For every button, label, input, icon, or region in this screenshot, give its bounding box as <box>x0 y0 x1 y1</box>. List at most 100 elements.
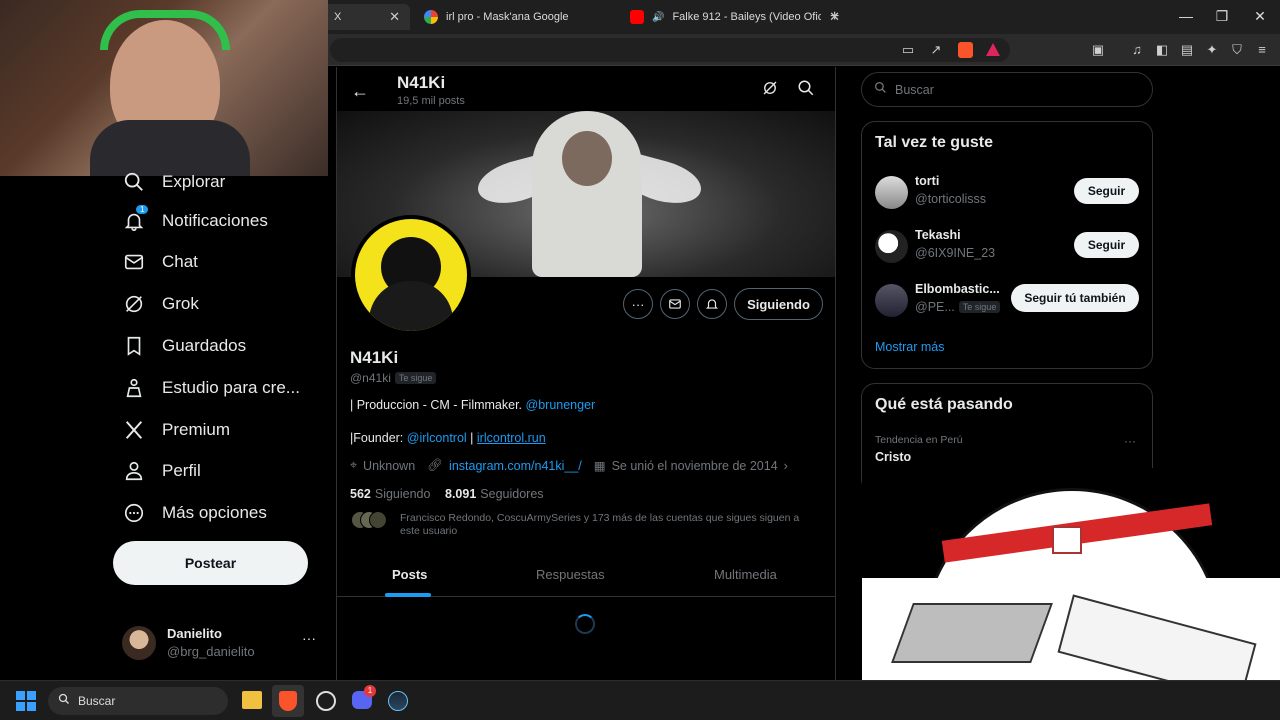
bio-mention-link[interactable]: @irlcontrol <box>407 431 467 445</box>
sidebar-item-explorar[interactable]: Explorar <box>122 166 225 198</box>
webcam-overlay <box>0 0 328 176</box>
search-box[interactable]: Buscar <box>861 72 1153 107</box>
following-button[interactable]: Siguiendo <box>734 288 823 320</box>
peru-flag-icon <box>1052 526 1082 554</box>
sidebar-item-estudio[interactable]: Estudio para cre... <box>122 372 300 404</box>
location-text: Unknown <box>363 458 416 473</box>
youtube-icon <box>630 10 644 24</box>
creator-icon <box>122 376 146 400</box>
page-title: N41Ki <box>397 73 446 92</box>
tab-posts[interactable]: Posts <box>392 567 427 582</box>
person-icon <box>122 459 146 483</box>
sidebar-item-label: Estudio para cre... <box>162 378 300 397</box>
taskbar-search[interactable]: Buscar <box>48 687 228 715</box>
tab-label: X <box>334 11 342 23</box>
bio-url-link[interactable]: irlcontrol.run <box>477 431 546 445</box>
search-icon <box>58 692 70 710</box>
steam-icon[interactable] <box>388 691 408 711</box>
taskbar: Buscar 1 <box>0 680 1280 720</box>
message-button[interactable] <box>660 289 690 319</box>
chevron-right-icon[interactable]: › <box>784 459 788 473</box>
bookmark-icon <box>122 334 146 358</box>
music-icon[interactable]: ♫ <box>1129 42 1145 58</box>
profile-handle: @n41ki <box>350 371 391 385</box>
search-icon[interactable] <box>797 79 815 102</box>
suggestion-row[interactable]: Elbombastic... @PE... Te sigue Seguir tú… <box>875 282 1141 318</box>
more-icon[interactable]: ··· <box>302 630 316 646</box>
sidebar-item-notificaciones[interactable]: 1 Notificaciones <box>122 205 268 237</box>
refresh-icon[interactable] <box>761 79 779 102</box>
more-circle-icon <box>122 501 146 525</box>
suggestion-handle: @PE... <box>915 300 955 314</box>
notification-badge: 1 <box>136 205 149 214</box>
wallet-icon[interactable]: ▤ <box>1179 42 1195 58</box>
share-icon[interactable]: ↗ <box>928 42 944 58</box>
more-options-button[interactable]: ··· <box>623 289 653 319</box>
sidebar-item-perfil[interactable]: Perfil <box>122 455 201 487</box>
followers-count-link[interactable]: 8.091 Seguidores <box>445 487 544 501</box>
tab-x[interactable]: X ✕ <box>318 4 410 30</box>
trend-more-icon[interactable]: ··· <box>1124 434 1136 448</box>
vpn-icon[interactable]: ⛉ <box>1229 42 1245 58</box>
avatar <box>875 284 908 317</box>
post-button[interactable]: Postear <box>113 541 308 585</box>
figure-face <box>562 131 612 186</box>
minimize-icon[interactable]: — <box>1176 8 1196 24</box>
profile-tabs: Posts Respuestas Multimedia <box>337 551 835 597</box>
sidebar-item-chat[interactable]: Chat <box>122 246 198 278</box>
mutual-avatars <box>351 511 387 529</box>
followers-label: Seguidores <box>480 487 544 501</box>
brave-shield-icon[interactable] <box>958 42 973 58</box>
sidebar-item-mas-opciones[interactable]: Más opciones <box>122 497 267 529</box>
trend-name[interactable]: Cristo <box>875 450 911 464</box>
account-switcher[interactable]: Danielito @brg_danielito ··· <box>114 620 326 666</box>
link-icon: 🔗︎ <box>427 458 444 472</box>
follow-button[interactable]: Seguir <box>1074 232 1139 258</box>
card-title: Qué está pasando <box>875 396 1013 413</box>
mutuals-text[interactable]: Francisco Redondo, CoscuArmySeries y 173… <box>400 512 820 538</box>
who-to-follow-card: Tal vez te guste torti @torticolisss Seg… <box>861 121 1153 369</box>
clock-app-icon[interactable] <box>316 691 336 711</box>
sidebar-item-premium[interactable]: Premium <box>122 414 230 446</box>
leo-icon[interactable]: ✦ <box>1204 42 1220 58</box>
tab-google[interactable]: irl pro - Mask'ana Google <box>414 4 614 30</box>
bio-text: | Produccion - CM - Filmmaker. <box>350 398 526 412</box>
menu-icon[interactable]: ≡ <box>1254 42 1270 58</box>
file-explorer-icon[interactable] <box>242 691 262 709</box>
profile-meta: ⌖ Unknown 🔗︎ instagram.com/n41ki__/ ▦ Se… <box>350 458 788 473</box>
google-icon <box>424 10 438 24</box>
website-link[interactable]: instagram.com/n41ki__/ <box>449 459 582 473</box>
sidebar-item-guardados[interactable]: Guardados <box>122 330 246 362</box>
sidebar-item-label: Chat <box>162 252 198 271</box>
following-label: Siguiendo <box>374 487 431 501</box>
handle-row: @PE... Te sigue <box>915 300 1001 314</box>
notify-bell-button[interactable] <box>697 289 727 319</box>
suggestion-row[interactable]: torti @torticolisss Seguir <box>875 174 1141 210</box>
brave-icon[interactable] <box>279 691 297 711</box>
back-arrow-icon[interactable]: ← <box>351 81 369 102</box>
new-tab-button[interactable]: + <box>830 8 839 26</box>
profile-avatar[interactable] <box>351 215 471 335</box>
maximize-icon[interactable]: ❐ <box>1212 8 1232 25</box>
follow-button[interactable]: Seguir <box>1074 178 1139 204</box>
follows-you-badge: Te sigue <box>958 301 1001 313</box>
bio-line-2: |Founder: @irlcontrol | irlcontrol.run <box>350 431 546 445</box>
follow-back-button[interactable]: Seguir tú también <box>1011 284 1139 312</box>
show-more-link[interactable]: Mostrar más <box>875 340 944 354</box>
windows-start-icon[interactable] <box>16 691 36 711</box>
post-count: 19,5 mil posts <box>397 95 465 107</box>
sidebar-icon[interactable]: ◧ <box>1154 42 1170 58</box>
tab-youtube[interactable]: 🔊 Falke 912 - Baileys (Video Oficial) ✕ <box>620 4 850 30</box>
tab-multimedia[interactable]: Multimedia <box>714 567 777 582</box>
reader-icon[interactable]: ▣ <box>1090 42 1106 58</box>
bio-mention-link[interactable]: @brunenger <box>526 398 596 412</box>
bio-separator: | <box>466 431 477 445</box>
brave-rewards-icon[interactable] <box>986 43 1000 56</box>
cast-icon[interactable]: ▭ <box>900 42 916 58</box>
close-window-icon[interactable]: ✕ <box>1250 8 1270 25</box>
sidebar-item-grok[interactable]: Grok <box>122 288 199 320</box>
suggestion-row[interactable]: Tekashi @6IX9INE_23 Seguir <box>875 228 1141 264</box>
close-icon[interactable]: ✕ <box>389 9 400 25</box>
following-count-link[interactable]: 562 Siguiendo <box>350 487 430 501</box>
tab-respuestas[interactable]: Respuestas <box>536 567 605 582</box>
